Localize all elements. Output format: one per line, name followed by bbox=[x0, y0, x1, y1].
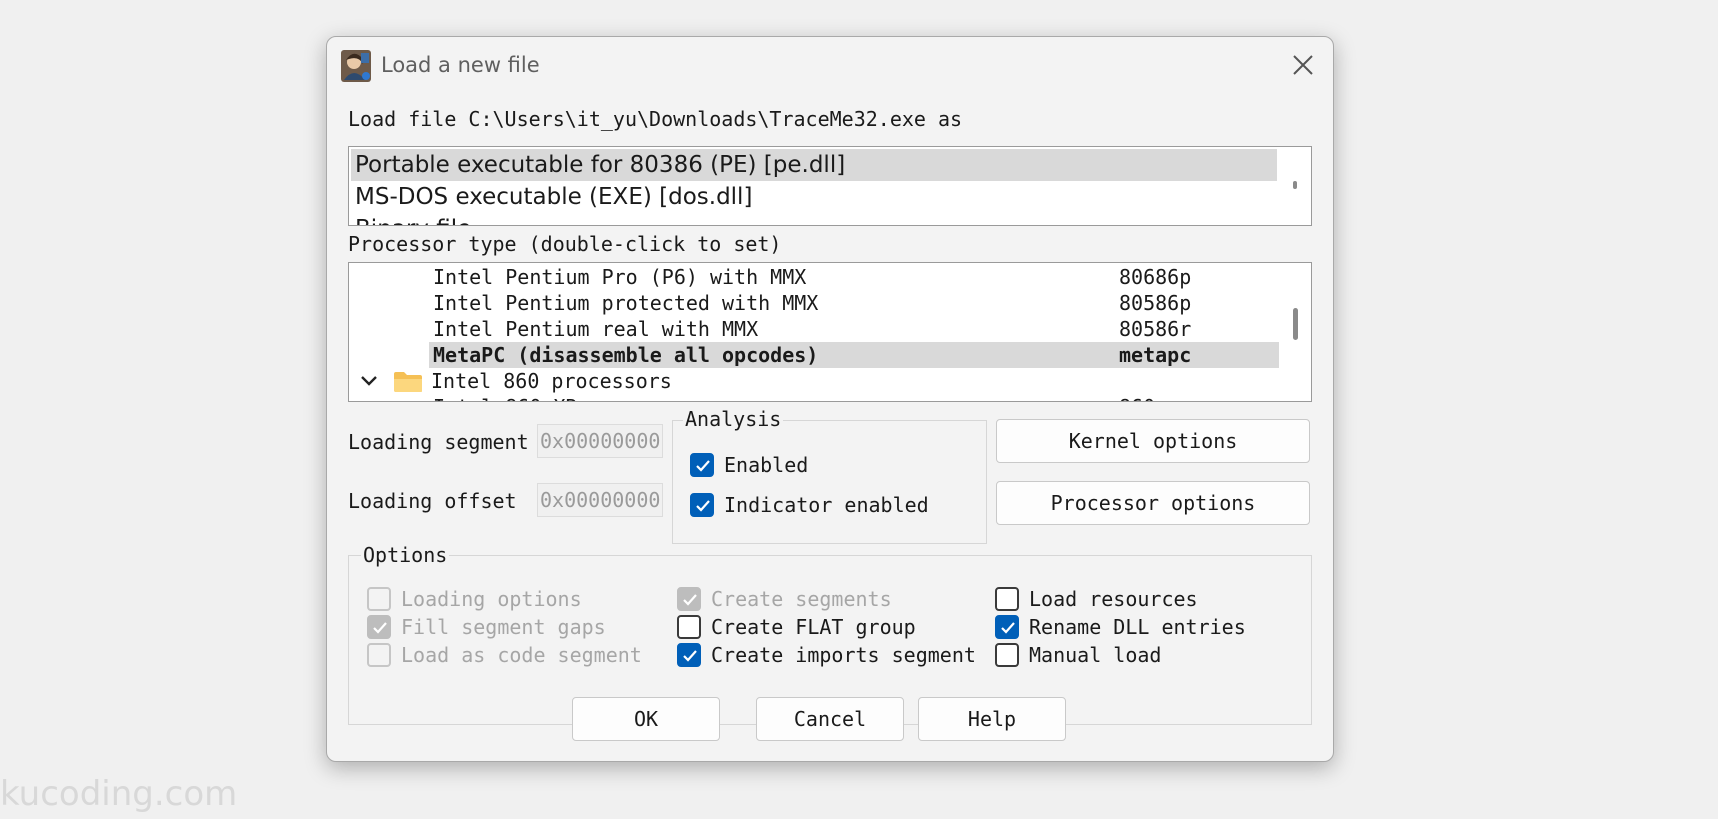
processor-code: metapc bbox=[1119, 343, 1192, 367]
loader-item-binary[interactable]: Binary file bbox=[351, 213, 1277, 225]
cancel-button[interactable]: Cancel bbox=[756, 697, 904, 741]
loader-item-pe[interactable]: Portable executable for 80386 (PE) [pe.d… bbox=[351, 149, 1277, 181]
processor-code: 80686p bbox=[1119, 265, 1192, 289]
close-button[interactable] bbox=[1283, 47, 1323, 83]
ok-button[interactable]: OK bbox=[572, 697, 720, 741]
loading-segment-field[interactable]: 0x00000000 bbox=[537, 424, 663, 458]
loading-options-label: Loading options bbox=[401, 587, 582, 611]
processor-list-scrollbar[interactable] bbox=[1280, 264, 1310, 400]
create-segments-label: Create segments bbox=[711, 587, 892, 611]
analysis-group bbox=[672, 420, 987, 544]
checkmark-icon bbox=[696, 460, 710, 472]
dialog-title: Load a new file bbox=[381, 53, 540, 77]
analysis-group-title: Analysis bbox=[683, 407, 784, 431]
processor-row[interactable]: Intel Pentium protected with MMX 80586p bbox=[429, 290, 1279, 316]
kernel-options-button[interactable]: Kernel options bbox=[996, 419, 1310, 463]
analysis-enabled-label: Enabled bbox=[724, 453, 809, 477]
processor-row-partial[interactable]: Intel 860 XR 860xr bbox=[429, 394, 1279, 401]
loader-item-dos[interactable]: MS-DOS executable (EXE) [dos.dll] bbox=[351, 181, 1277, 213]
indicator-enabled-label: Indicator enabled bbox=[724, 493, 929, 517]
processor-type-label: Processor type (double-click to set) bbox=[348, 232, 782, 256]
checkmark-icon bbox=[696, 500, 710, 512]
loading-segment-label: Loading segment bbox=[348, 430, 529, 454]
processor-row-selected[interactable]: MetaPC (disassemble all opcodes) metapc bbox=[429, 342, 1279, 368]
load-file-dialog: Load a new file Load file C:\Users\it_yu… bbox=[326, 36, 1334, 762]
loader-list[interactable]: Portable executable for 80386 (PE) [pe.d… bbox=[348, 146, 1312, 226]
chevron-down-icon[interactable] bbox=[359, 372, 379, 390]
options-group-title: Options bbox=[361, 543, 450, 567]
create-imports-segment-label: Create imports segment bbox=[711, 643, 976, 667]
load-as-code-segment-label: Load as code segment bbox=[401, 643, 642, 667]
processor-list[interactable]: Intel Pentium Pro (P6) with MMX 80686p I… bbox=[348, 262, 1312, 402]
processor-name: Intel Pentium Pro (P6) with MMX bbox=[433, 265, 807, 289]
create-flat-group-label: Create FLAT group bbox=[711, 615, 916, 639]
processor-group-row[interactable]: Intel 860 processors bbox=[349, 368, 1279, 394]
watermark: kucoding.com bbox=[0, 774, 238, 814]
close-icon bbox=[1293, 55, 1313, 75]
load-file-label: Load file C:\Users\it_yu\Downloads\Trace… bbox=[348, 107, 963, 131]
manual-load-label: Manual load bbox=[1029, 643, 1162, 667]
processor-scroll-thumb[interactable] bbox=[1293, 308, 1298, 340]
processor-name: MetaPC (disassemble all opcodes) bbox=[433, 343, 819, 367]
checkmark-icon bbox=[683, 594, 697, 606]
loader-scroll-thumb[interactable] bbox=[1293, 181, 1297, 189]
processor-code: 860xr bbox=[1119, 394, 1179, 401]
processor-group-name: Intel 860 processors bbox=[431, 369, 672, 393]
load-resources-label: Load resources bbox=[1029, 587, 1198, 611]
ida-app-icon bbox=[341, 50, 371, 82]
processor-name: Intel Pentium real with MMX bbox=[433, 317, 759, 341]
checkmark-icon bbox=[683, 650, 697, 662]
processor-name: Intel 860 XR bbox=[433, 394, 578, 401]
help-button[interactable]: Help bbox=[918, 697, 1066, 741]
processor-code: 80586r bbox=[1119, 317, 1192, 341]
checkmark-icon bbox=[1001, 622, 1015, 634]
processor-options-button[interactable]: Processor options bbox=[996, 481, 1310, 525]
title-bar[interactable]: Load a new file bbox=[327, 37, 1333, 93]
processor-name: Intel Pentium protected with MMX bbox=[433, 291, 819, 315]
fill-segment-gaps-label: Fill segment gaps bbox=[401, 615, 606, 639]
checkmark-icon bbox=[373, 622, 387, 634]
loader-list-scrollbar[interactable] bbox=[1280, 148, 1310, 224]
loading-offset-label: Loading offset bbox=[348, 489, 517, 513]
processor-row[interactable]: Intel Pentium Pro (P6) with MMX 80686p bbox=[429, 264, 1279, 290]
processor-code: 80586p bbox=[1119, 291, 1192, 315]
processor-row[interactable]: Intel Pentium real with MMX 80586r bbox=[429, 316, 1279, 342]
folder-icon bbox=[394, 372, 422, 392]
rename-dll-entries-label: Rename DLL entries bbox=[1029, 615, 1246, 639]
loading-offset-field[interactable]: 0x00000000 bbox=[537, 483, 663, 517]
